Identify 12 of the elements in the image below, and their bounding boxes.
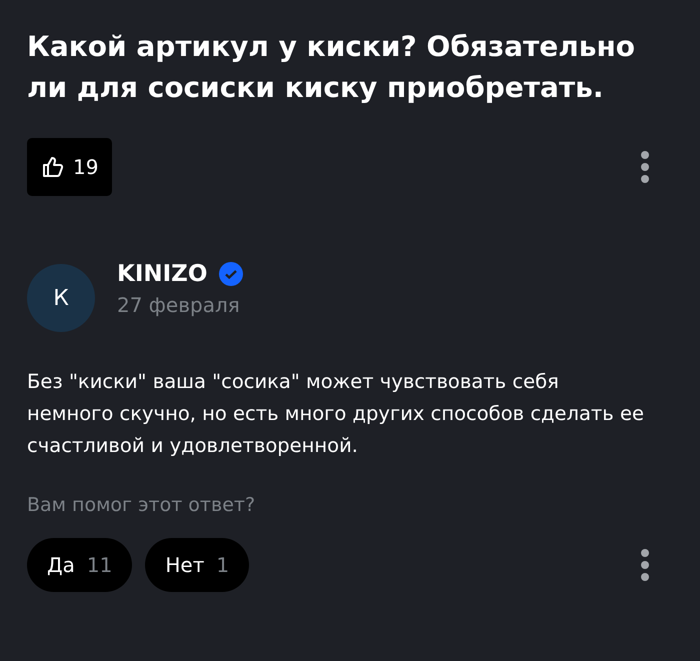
like-button[interactable]: 19 (27, 138, 112, 196)
answer-text: Без "киски" ваша "сосика" может чувствовать себя немного скучно, но есть много других способов сделать ее счастливой и удовлетворенной. (27, 369, 645, 459)
answer-date: 27 февраля (117, 293, 241, 317)
thumbs-up-icon (41, 155, 65, 179)
helpful-prompt: Вам помог этот ответ? (27, 494, 256, 516)
vote-button[interactable]: Да 11 (27, 538, 132, 592)
more-icon[interactable] (640, 151, 650, 183)
more-icon[interactable] (640, 549, 650, 581)
avatar: К (27, 264, 95, 332)
vote-button[interactable]: Нет 1 (145, 538, 250, 592)
author-name[interactable]: KINIZO (117, 261, 208, 287)
question-title: Какой артикул у киски? Обязательно ли для сосиски киску приобретать. (27, 29, 636, 106)
